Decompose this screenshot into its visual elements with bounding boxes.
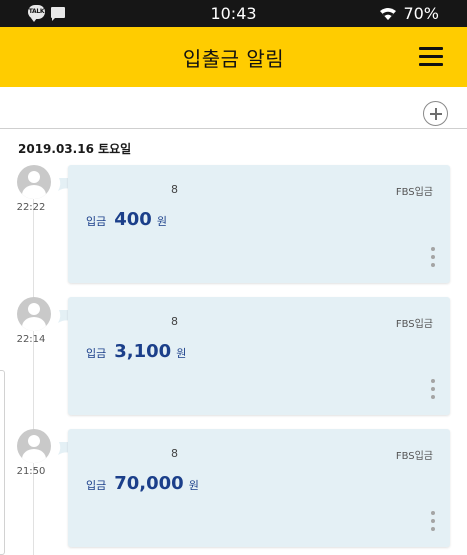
amount-row: 입금 400 원 (86, 209, 167, 230)
list-item: 21:50 8 FBS입금 입금 70,000 원 (0, 429, 467, 551)
amount-type: 입금 (86, 215, 107, 228)
status-bar: TALK 10:43 70% (0, 0, 467, 27)
amount-value: 70,000 (114, 473, 184, 494)
amount-value: 3,100 (114, 341, 172, 362)
battery-percentage: 70% (403, 4, 439, 23)
card-source: FBS입금 (395, 451, 433, 462)
card-count: 8 (171, 447, 178, 460)
page-title: 입출금 알림 (182, 47, 285, 71)
more-options-icon[interactable] (428, 247, 438, 269)
card-count: 8 (171, 183, 178, 196)
list-item: 22:14 8 FBS입금 입금 3,100 원 (0, 297, 467, 419)
more-options-icon[interactable] (428, 511, 438, 533)
avatar (17, 165, 51, 199)
amount-type: 입금 (86, 347, 107, 360)
date-header: 2019.03.16 토요일 (18, 142, 132, 156)
status-right: 70% (379, 4, 439, 23)
entry-time: 22:14 (16, 334, 46, 345)
amount-type: 입금 (86, 479, 107, 492)
card-source: FBS입금 (395, 319, 433, 330)
card-source: FBS입금 (395, 187, 433, 198)
avatar (17, 429, 51, 463)
card-count: 8 (171, 315, 178, 328)
amount-value: 400 (114, 209, 152, 230)
deposit-card[interactable]: 8 FBS입금 입금 3,100 원 (68, 297, 450, 415)
amount-row: 입금 70,000 원 (86, 473, 199, 494)
deposit-card[interactable]: 8 FBS입금 입금 400 원 (68, 165, 450, 283)
amount-unit: 원 (156, 215, 167, 228)
hamburger-menu-icon[interactable] (419, 47, 443, 67)
app-header: 입출금 알림 (0, 27, 467, 87)
entry-time: 22:22 (16, 202, 46, 213)
amount-row: 입금 3,100 원 (86, 341, 186, 362)
wifi-icon (380, 7, 397, 20)
entry-time: 21:50 (16, 466, 46, 477)
avatar (17, 297, 51, 331)
deposit-card[interactable]: 8 FBS입금 입금 70,000 원 (68, 429, 450, 547)
toolbar (0, 87, 467, 129)
amount-unit: 원 (188, 479, 199, 492)
amount-unit: 원 (176, 347, 187, 360)
list-item: 22:22 8 FBS입금 입금 400 원 (0, 165, 467, 287)
plus-circle-icon[interactable] (423, 101, 448, 126)
more-options-icon[interactable] (428, 379, 438, 401)
